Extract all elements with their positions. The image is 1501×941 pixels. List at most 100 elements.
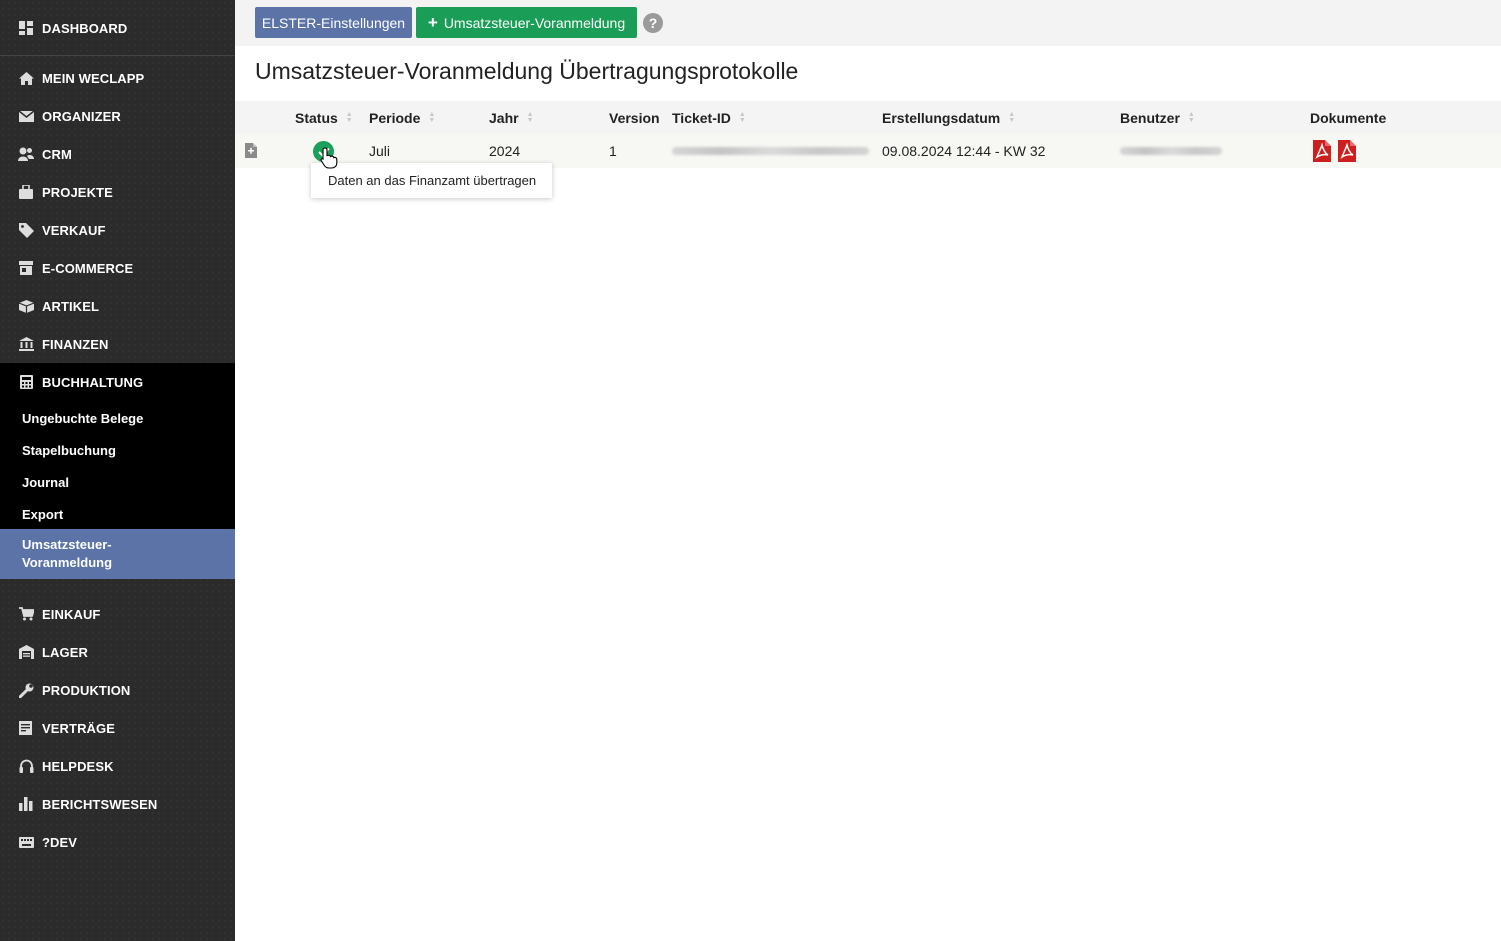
dashboard-icon [18, 20, 34, 36]
nav-label: LAGER [42, 644, 88, 660]
help-icon[interactable]: ? [643, 13, 663, 33]
header-label: Version [609, 109, 660, 126]
header-label: Erstellungsdatum [882, 109, 1001, 126]
sub-label: Ungebuchte Belege [22, 410, 144, 426]
bar-chart-icon [18, 796, 34, 812]
sort-icon: ▲ ▼ [526, 110, 534, 124]
header-label: Benutzer [1120, 109, 1180, 126]
store-icon [18, 260, 34, 276]
users-icon [18, 146, 34, 162]
column-header-erstellungsdatum[interactable]: Erstellungsdatum ▲ ▼ [882, 101, 1015, 134]
column-header-ticket-id[interactable]: Ticket-ID ▲ ▼ [672, 101, 746, 134]
column-header-version: Version [609, 101, 660, 134]
nav-label: FINANZEN [42, 336, 109, 352]
nav-lager[interactable]: LAGER [0, 633, 235, 671]
new-vat-return-button[interactable]: + Umsatzsteuer-Voranmeldung [416, 7, 637, 38]
nav-crm[interactable]: CRM [0, 135, 235, 173]
sort-icon: ▲ ▼ [428, 110, 436, 124]
cart-icon [18, 606, 34, 622]
nav-organizer[interactable]: ORGANIZER [0, 97, 235, 135]
nav-helpdesk[interactable]: HELPDESK [0, 747, 235, 785]
nav-label: ARTIKEL [42, 298, 100, 314]
sort-icon: ▲ ▼ [345, 110, 353, 124]
sidebar: DASHBOARD MEIN WECLAPP ORGANIZER CRM PRO… [0, 0, 235, 941]
redacted-ticket-id [672, 147, 869, 155]
column-header-periode[interactable]: Periode ▲ ▼ [369, 101, 435, 134]
cell-benutzer [1120, 134, 1222, 168]
pdf-icon[interactable] [1338, 140, 1356, 162]
sub-label: Stapelbuchung [22, 442, 116, 458]
nav-berichtswesen[interactable]: BERICHTSWESEN [0, 785, 235, 823]
briefcase-icon [18, 184, 34, 200]
nav-dev[interactable]: ?DEV [0, 823, 235, 861]
nav-dashboard[interactable]: DASHBOARD [0, 9, 235, 47]
nav-finanzen[interactable]: FINANZEN [0, 325, 235, 363]
bank-icon [18, 336, 34, 352]
envelope-icon [18, 108, 34, 124]
column-header-benutzer[interactable]: Benutzer ▲ ▼ [1120, 101, 1195, 134]
pdf-icon[interactable] [1313, 140, 1331, 162]
nav-verkauf[interactable]: VERKAUF [0, 211, 235, 249]
sort-icon: ▲ ▼ [1008, 110, 1016, 124]
warehouse-icon [18, 644, 34, 660]
nav-label: VERKAUF [42, 222, 106, 238]
sub-label: Journal [22, 474, 69, 490]
header-label: Dokumente [1310, 109, 1387, 126]
sub-umsatzsteuer-voranmeldung[interactable]: Umsatzsteuer- Voranmeldung [0, 529, 235, 579]
nav-label: ?DEV [42, 834, 78, 850]
box-icon [18, 298, 34, 314]
document-icon[interactable] [245, 143, 257, 163]
toolbar: ELSTER-Einstellungen + Umsatzsteuer-Vora… [235, 0, 1501, 46]
cell-ticket-id [672, 134, 869, 168]
nav-label: ORGANIZER [42, 108, 121, 124]
nav-mein-weclapp[interactable]: MEIN WECLAPP [0, 59, 235, 97]
nav-buchhaltung[interactable]: BUCHHALTUNG [0, 363, 235, 401]
wrench-icon [18, 682, 34, 698]
column-header-dokumente: Dokumente [1310, 101, 1386, 134]
nav-label: E-COMMERCE [42, 260, 134, 276]
cell-erstellungsdatum: 09.08.2024 12:44 - KW 32 [882, 143, 1046, 159]
nav-artikel[interactable]: ARTIKEL [0, 287, 235, 325]
sub-label-line1: Umsatzsteuer- [22, 537, 112, 552]
nav-label: DASHBOARD [42, 20, 128, 36]
hand-cursor-icon [320, 147, 338, 174]
nav-label: EINKAUF [42, 606, 101, 622]
nav-label: VERTRÄGE [42, 720, 116, 736]
nav-label: PRODUKTION [42, 682, 131, 698]
page-title: Umsatzsteuer-Voranmeldung Übertragungspr… [255, 58, 799, 84]
button-label: Umsatzsteuer-Voranmeldung [443, 14, 626, 31]
nav-label: PROJEKTE [42, 184, 113, 200]
home-icon [18, 70, 34, 86]
keyboard-icon [18, 834, 34, 850]
nav-e-commerce[interactable]: E-COMMERCE [0, 249, 235, 287]
nav-einkauf[interactable]: EINKAUF [0, 595, 235, 633]
sub-stapelbuchung[interactable]: Stapelbuchung [0, 435, 235, 465]
nav-projekte[interactable]: PROJEKTE [0, 173, 235, 211]
nav-label: BERICHTSWESEN [42, 796, 158, 812]
header-label: Ticket-ID [672, 109, 731, 126]
tooltip: Daten an das Finanzamt übertragen [311, 163, 552, 198]
header-label: Jahr [489, 109, 519, 126]
nav-vertraege[interactable]: VERTRÄGE [0, 709, 235, 747]
sub-ungebuchte-belege[interactable]: Ungebuchte Belege [0, 403, 235, 433]
nav-label: HELPDESK [42, 758, 114, 774]
column-header-status[interactable]: Status ▲ ▼ [295, 101, 353, 134]
divider [0, 55, 235, 56]
column-header-jahr[interactable]: Jahr ▲ ▼ [489, 101, 534, 134]
calculator-icon [18, 374, 34, 390]
sort-icon: ▲ ▼ [1187, 110, 1195, 124]
contract-icon [18, 720, 34, 736]
cell-version: 1 [609, 143, 617, 159]
header-label: Periode [369, 109, 421, 126]
elster-settings-button[interactable]: ELSTER-Einstellungen [255, 7, 412, 38]
plus-icon: + [427, 13, 438, 32]
nav-label: CRM [42, 146, 72, 162]
nav-label: MEIN WECLAPP [42, 70, 145, 86]
nav-produktion[interactable]: PRODUKTION [0, 671, 235, 709]
sub-journal[interactable]: Journal [0, 467, 235, 497]
sort-icon: ▲ ▼ [738, 110, 746, 124]
sub-export[interactable]: Export [0, 499, 235, 529]
tag-icon [18, 222, 34, 238]
header-label: Status [295, 109, 338, 126]
table-header: Status ▲ ▼ Periode ▲ ▼ Jahr ▲ ▼ Version Tic… [235, 101, 1501, 134]
